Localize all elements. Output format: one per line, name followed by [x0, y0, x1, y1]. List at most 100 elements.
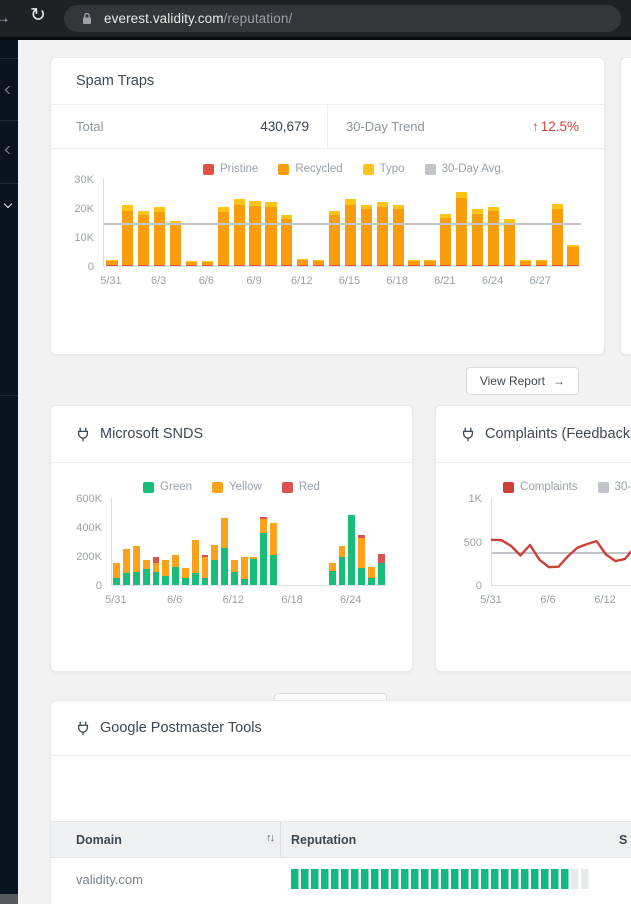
bar-segment	[143, 569, 150, 585]
view-report-button[interactable]: View Report→	[466, 367, 579, 395]
bar-segment	[153, 572, 160, 585]
bar	[250, 557, 257, 585]
bar	[297, 259, 308, 266]
complaints-card: Complaints (Feedback L Complaints30-Day …	[435, 405, 631, 672]
y-tick-label: 30K	[74, 174, 94, 186]
legend-item: Recycled	[278, 163, 342, 175]
bar	[154, 207, 165, 266]
bar-segment	[113, 563, 120, 579]
bar	[211, 545, 218, 585]
bar-segment	[172, 555, 179, 567]
x-tick-label: 6/15	[339, 275, 360, 287]
bar-segment	[393, 265, 404, 266]
bar-segment	[345, 205, 356, 265]
chevron-down-icon[interactable]	[4, 200, 12, 208]
y-axis: 0200K400K600K	[51, 498, 111, 586]
legend-item: Typo	[363, 163, 405, 175]
bar-segment	[456, 265, 467, 266]
bar-segment	[504, 265, 515, 266]
table-row[interactable]: validity.com	[51, 858, 631, 904]
card-header: Spam Traps	[51, 58, 604, 104]
forward-icon[interactable]: →	[0, 8, 11, 28]
bar-segment	[567, 247, 578, 265]
trend-value: ↑12.5%	[532, 119, 579, 134]
bar	[270, 523, 277, 585]
card-header: Google Postmaster Tools	[51, 701, 631, 756]
reload-icon[interactable]: ↻	[30, 6, 46, 26]
bar-segment	[567, 265, 578, 266]
microsoft-snds-card: Microsoft SNDS GreenYellowRed 0200K400K6…	[50, 405, 413, 672]
card-header: Complaints (Feedback L	[436, 406, 631, 463]
column-header-clipped[interactable]: S	[619, 833, 627, 847]
bar-segment	[339, 546, 346, 557]
y-axis: 010K20K30K	[51, 179, 103, 267]
bar-segment	[221, 518, 228, 548]
column-header-domain[interactable]: Domain	[76, 833, 122, 847]
bar-segment	[260, 519, 267, 533]
domain-cell: validity.com	[76, 872, 143, 887]
total-label: Total	[76, 119, 103, 134]
bar-segment	[520, 265, 531, 266]
sort-icon[interactable]: ↑↓	[266, 832, 273, 844]
address-bar[interactable]: everest.validity.com/reputation/	[64, 5, 621, 32]
sidebar-divider	[0, 395, 18, 396]
bar	[218, 207, 229, 266]
bar	[504, 219, 515, 266]
bar	[348, 515, 355, 585]
legend-label: Pristine	[220, 163, 258, 175]
y-tick-label: 200K	[76, 551, 102, 563]
bar	[520, 260, 531, 266]
legend-swatch	[598, 482, 609, 493]
plug-icon	[76, 427, 90, 442]
x-tick-label: 6/18	[386, 275, 407, 287]
bar	[241, 557, 248, 585]
bar-segment	[218, 212, 229, 264]
bar	[378, 554, 385, 585]
x-tick-label: 6/6	[167, 594, 182, 606]
bar	[192, 540, 199, 585]
total-value: 430,679	[260, 119, 309, 134]
bar-segment	[270, 555, 277, 585]
y-tick-label: 500	[464, 537, 482, 549]
google-postmaster-card: Google Postmaster Tools Domain ↑↓ Reputa…	[50, 700, 631, 904]
bar-segment	[329, 563, 336, 571]
bar	[231, 560, 238, 585]
bar-segment	[378, 554, 385, 563]
bar-segment	[172, 567, 179, 585]
x-tick-label: 6/24	[482, 275, 503, 287]
url-text: everest.validity.com/reputation/	[104, 11, 292, 26]
bar	[456, 192, 467, 266]
bar-segment	[361, 265, 372, 266]
legend-item: 30-Day Avg.	[598, 481, 631, 493]
bar-segment	[377, 207, 388, 265]
legend-swatch	[363, 164, 374, 175]
x-tick-label: 6/21	[434, 275, 455, 287]
bar	[260, 517, 267, 585]
bar-segment	[249, 265, 260, 266]
y-tick-label: 1K	[469, 493, 482, 505]
y-tick-label: 20K	[74, 203, 94, 215]
column-header-reputation[interactable]: Reputation	[291, 833, 356, 847]
column-divider	[280, 822, 281, 857]
legend-item: Red	[282, 481, 320, 493]
y-tick-label: 0	[88, 261, 94, 273]
bar-segment	[456, 198, 467, 264]
bar-segment	[281, 219, 292, 265]
x-tick-label: 6/12	[223, 594, 244, 606]
bar	[249, 201, 260, 266]
spam-traps-stats: Total 430,679 30-Day Trend ↑12.5%	[51, 105, 604, 149]
legend-label: Green	[160, 481, 192, 493]
x-tick-label: 5/31	[100, 275, 121, 287]
bar-segment	[368, 567, 375, 578]
bar	[202, 555, 209, 585]
bar-segment	[143, 560, 150, 569]
bar-segment	[472, 265, 483, 266]
y-tick-label: 600K	[76, 493, 102, 505]
legend-swatch	[503, 482, 514, 493]
chevron-left-icon[interactable]	[5, 86, 13, 94]
bar	[567, 245, 578, 266]
chevron-left-icon[interactable]	[5, 146, 13, 154]
bar-segment	[265, 207, 276, 265]
bar	[182, 568, 189, 585]
bar-segment	[138, 265, 149, 266]
